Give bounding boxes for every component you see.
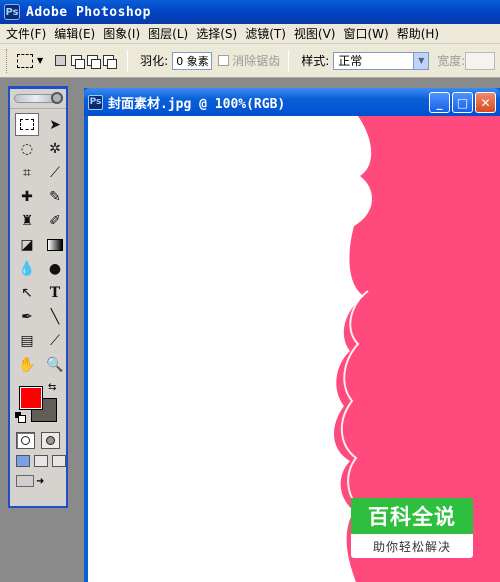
marquee-tool-icon[interactable] (15, 113, 39, 136)
eyedropper-tool-icon[interactable]: ⟋ (43, 329, 67, 352)
crop-tool-icon[interactable]: ⌗ (15, 161, 39, 184)
maximize-button[interactable]: □ (452, 92, 473, 113)
standard-mode-button[interactable] (16, 432, 35, 449)
type-tool-icon[interactable]: T (43, 281, 67, 304)
style-label: 样式: (301, 54, 330, 68)
add-to-selection-icon[interactable] (71, 55, 86, 69)
menu-filter[interactable]: 滤镜(T) (243, 25, 292, 42)
slice-tool-icon[interactable]: ⟋ (43, 161, 67, 184)
pen-tool-icon[interactable]: ✒ (15, 305, 39, 328)
hand-tool-icon[interactable]: ✋ (15, 353, 39, 376)
watermark-badge: 百科全说 助你轻松解决 (351, 498, 473, 558)
eraser-tool-icon[interactable]: ◪ (15, 233, 39, 256)
full-screen-menu-mode-button[interactable] (34, 455, 48, 467)
lasso-tool-icon[interactable]: ◌ (15, 137, 39, 160)
width-input[interactable] (465, 51, 496, 70)
tool-preset-dropdown-icon[interactable]: ▼ (37, 56, 43, 65)
history-brush-tool-icon[interactable]: ✐ (43, 209, 67, 232)
options-bar: ▼ 羽化: 0 象素 消除锯齿 样式: 正常 ▼ 宽度: (0, 44, 500, 78)
app-titlebar: Ps Adobe Photoshop (0, 0, 500, 24)
app-title: Adobe Photoshop (26, 4, 151, 20)
swap-colors-icon[interactable]: ⇆ (48, 382, 56, 393)
default-colors-icon[interactable] (15, 412, 26, 423)
menu-file[interactable]: 文件(F) (4, 25, 52, 42)
feather-label: 羽化: (140, 54, 169, 68)
watermark-title: 百科全说 (351, 498, 473, 534)
brush-tool-icon[interactable]: ✎ (43, 185, 67, 208)
feather-input[interactable]: 0 象素 (172, 51, 213, 70)
chevron-down-icon[interactable]: ▼ (413, 52, 429, 69)
eye-logo-icon (51, 92, 63, 104)
mask-mode-row (10, 428, 66, 449)
magic-wand-tool-icon[interactable]: ✲ (43, 137, 67, 160)
menu-image[interactable]: 图象(I) (101, 25, 146, 42)
tool-preset-marquee-icon[interactable] (17, 53, 33, 68)
menu-help[interactable]: 帮助(H) (395, 25, 445, 42)
gradient-tool-icon[interactable] (43, 233, 67, 256)
new-selection-icon[interactable] (55, 55, 67, 66)
blur-tool-icon[interactable]: 💧 (15, 257, 39, 280)
notes-tool-icon[interactable]: ▤ (15, 329, 39, 352)
document-title: 封面素材.jpg @ 100%(RGB) (108, 96, 286, 112)
move-tool-icon[interactable]: ➤ (43, 113, 67, 136)
style-select[interactable]: 正常 ▼ (333, 51, 430, 70)
menu-layer[interactable]: 图层(L) (146, 25, 194, 42)
jump-arrow-icon: ➜ (36, 475, 45, 487)
line-tool-icon[interactable]: ╲ (43, 305, 67, 328)
watermark-subtitle: 助你轻松解决 (372, 539, 451, 554)
standard-screen-mode-button[interactable] (16, 455, 30, 467)
tool-palette-header[interactable] (10, 89, 66, 109)
menu-window[interactable]: 窗口(W) (341, 25, 394, 42)
quick-mask-mode-button[interactable] (41, 432, 60, 449)
menu-edit[interactable]: 编辑(E) (52, 25, 101, 42)
full-screen-mode-button[interactable] (52, 455, 66, 467)
jump-to-imageready[interactable]: ➜ (10, 467, 66, 487)
foreground-color-swatch[interactable] (19, 386, 43, 410)
clone-stamp-tool-icon[interactable]: ♜ (15, 209, 39, 232)
width-label: 宽度: (437, 54, 466, 68)
menu-view[interactable]: 视图(V) (292, 25, 342, 42)
document-titlebar[interactable]: Ps 封面素材.jpg @ 100%(RGB) _ □ ✕ (84, 88, 500, 116)
photoshop-app-icon: Ps (4, 4, 20, 20)
menu-select[interactable]: 选择(S) (194, 25, 243, 42)
dodge-tool-icon[interactable]: ● (43, 257, 67, 280)
options-separator (288, 49, 290, 72)
document-icon: Ps (88, 94, 103, 110)
path-selection-tool-icon[interactable]: ↖ (15, 281, 39, 304)
tool-grid: ➤ ◌ ✲ ⌗ ⟋ ✚ ✎ ♜ ✐ ◪ 💧 ● ↖ T ✒ ╲ ▤ ⟋ ✋ 🔍 (10, 109, 66, 376)
close-button[interactable]: ✕ (475, 92, 496, 113)
antialias-label: 消除锯齿 (232, 54, 281, 68)
jump-to-imageready-icon[interactable] (16, 475, 34, 487)
window-controls: _ □ ✕ (429, 92, 496, 113)
options-separator (127, 49, 129, 72)
menu-bar: 文件(F) 编辑(E) 图象(I) 图层(L) 选择(S) 滤镜(T) 视图(V… (0, 24, 500, 44)
tool-palette: ➤ ◌ ✲ ⌗ ⟋ ✚ ✎ ♜ ✐ ◪ 💧 ● ↖ T ✒ ╲ ▤ ⟋ ✋ 🔍 … (8, 86, 68, 508)
zoom-tool-icon[interactable]: 🔍 (43, 353, 67, 376)
screen-mode-row (10, 449, 66, 467)
subtract-from-selection-icon[interactable] (87, 55, 102, 69)
color-swatches: ⇆ (10, 382, 66, 428)
antialias-checkbox[interactable] (218, 55, 230, 66)
options-grip[interactable] (6, 48, 9, 73)
intersect-selection-icon[interactable] (103, 55, 118, 69)
style-select-value: 正常 (338, 54, 363, 68)
healing-brush-tool-icon[interactable]: ✚ (15, 185, 39, 208)
minimize-button[interactable]: _ (429, 92, 450, 113)
